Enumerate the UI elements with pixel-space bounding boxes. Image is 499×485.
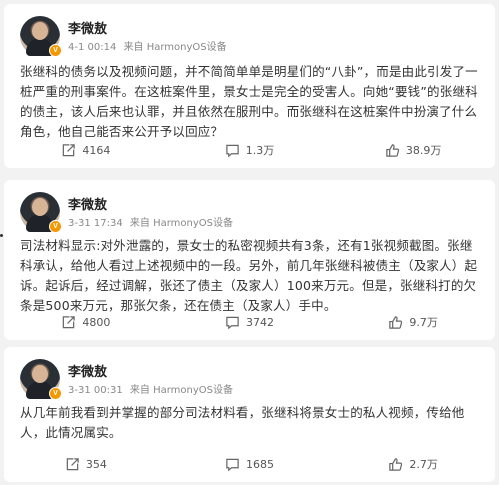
verified-badge: V bbox=[49, 220, 62, 233]
avatar[interactable]: V bbox=[20, 192, 62, 233]
repost-count: 4800 bbox=[82, 315, 111, 329]
post-actions: 4800 3742 9.7万 bbox=[4, 304, 495, 340]
post-card: V 李微敖 3-31 17:34 来自 HarmonyOS设备 司法材料显示:对… bbox=[4, 180, 495, 340]
author-name[interactable]: 李微敖 bbox=[68, 361, 107, 380]
post-source: 来自 HarmonyOS设备 bbox=[123, 42, 227, 53]
post-text: 张继科的债务以及视频问题，并不简简单单是明星们的“八卦”，而是由此引发了一桩严重… bbox=[20, 64, 478, 139]
author-name[interactable]: 李微敖 bbox=[68, 18, 107, 37]
page-dot bbox=[0, 234, 3, 237]
avatar[interactable]: V bbox=[20, 359, 62, 400]
avatar[interactable]: V bbox=[20, 16, 62, 57]
post-card: V 李微敖 4-1 00:14 来自 HarmonyOS设备 张继科的债务以及视… bbox=[4, 4, 495, 168]
repost-count: 4164 bbox=[82, 143, 111, 157]
like-count: 38.9万 bbox=[405, 144, 442, 157]
comment-count: 1.3万 bbox=[245, 144, 275, 157]
post-time: 3-31 17:34 bbox=[68, 218, 123, 229]
comment-count: 1685 bbox=[246, 457, 274, 471]
verified-badge: V bbox=[49, 387, 62, 400]
like-icon bbox=[386, 143, 400, 157]
like-button[interactable]: 38.9万 bbox=[331, 142, 495, 158]
comment-button[interactable]: 1.3万 bbox=[168, 142, 332, 158]
comment-icon bbox=[226, 316, 239, 329]
comment-button[interactable]: 3742 bbox=[168, 315, 332, 330]
like-button[interactable]: 2.7万 bbox=[331, 456, 495, 472]
repost-icon bbox=[63, 143, 76, 156]
repost-count: 354 bbox=[85, 457, 107, 471]
post-meta: 3-31 17:34 来自 HarmonyOS设备 bbox=[68, 214, 233, 229]
repost-button[interactable]: 4800 bbox=[4, 315, 168, 330]
repost-icon bbox=[63, 315, 76, 328]
repost-icon bbox=[66, 457, 79, 470]
comment-icon bbox=[226, 144, 239, 157]
post-time: 4-1 00:14 bbox=[68, 42, 117, 53]
post-actions: 354 1685 2.7万 bbox=[4, 446, 495, 482]
like-icon bbox=[389, 457, 403, 471]
comment-button[interactable]: 1685 bbox=[168, 457, 332, 472]
like-icon bbox=[389, 315, 403, 329]
repost-button[interactable]: 4164 bbox=[4, 143, 168, 158]
post-time: 3-31 00:31 bbox=[68, 385, 123, 396]
post-source: 来自 HarmonyOS设备 bbox=[129, 385, 233, 396]
like-count: 9.7万 bbox=[409, 316, 438, 329]
post-source: 来自 HarmonyOS设备 bbox=[129, 218, 233, 229]
post-text: 从几年前我看到并掌握的部分司法材料看，张继科将景女士的私人视频，传给他人，此情况… bbox=[20, 405, 465, 440]
post-actions: 4164 1.3万 38.9万 bbox=[4, 132, 495, 168]
author-name[interactable]: 李微敖 bbox=[68, 194, 107, 213]
post-card: V 李微敖 3-31 00:31 来自 HarmonyOS设备 从几年前我看到并… bbox=[4, 347, 495, 482]
post-meta: 4-1 00:14 来自 HarmonyOS设备 bbox=[68, 38, 227, 53]
comment-icon bbox=[226, 458, 239, 471]
weibo-feed: V 李微敖 4-1 00:14 来自 HarmonyOS设备 张继科的债务以及视… bbox=[0, 0, 499, 485]
comment-count: 3742 bbox=[246, 315, 274, 329]
like-button[interactable]: 9.7万 bbox=[331, 314, 495, 330]
verified-badge: V bbox=[49, 44, 62, 57]
repost-button[interactable]: 354 bbox=[4, 457, 168, 472]
like-count: 2.7万 bbox=[409, 458, 438, 471]
post-meta: 3-31 00:31 来自 HarmonyOS设备 bbox=[68, 381, 233, 396]
